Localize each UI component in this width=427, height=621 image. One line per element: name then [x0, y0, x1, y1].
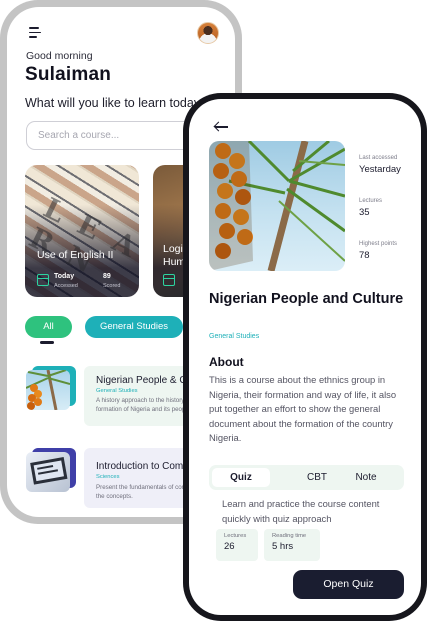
info-value: 26 — [224, 541, 235, 552]
today-label: Accessed — [54, 283, 78, 289]
avatar[interactable] — [197, 22, 219, 44]
card-meta: Today Accessed 89 Scored — [37, 273, 127, 291]
calendar-icon — [163, 274, 175, 286]
stat-last-accessed: Last accessed Yestarday — [359, 155, 401, 175]
about-heading: About — [209, 355, 244, 369]
phone-course-detail: Last accessed Yestarday Lectures 35 High… — [183, 93, 427, 621]
course-category: General Studies — [96, 388, 138, 394]
tab-cbt[interactable]: CBT — [302, 468, 332, 487]
info-reading-time: Reading time 5 hrs — [264, 529, 320, 561]
score-label: Scored — [103, 283, 121, 289]
info-label: Lectures — [224, 533, 247, 539]
back-arrow-icon[interactable] — [214, 121, 230, 133]
stat-label: Last accessed — [359, 155, 398, 161]
course-thumbnail — [26, 366, 76, 410]
stat-value: Yestarday — [359, 164, 401, 175]
tab-quiz[interactable]: Quiz — [212, 468, 270, 487]
stat-value: 35 — [359, 207, 370, 218]
content-tabs: Quiz CBT Note — [209, 465, 404, 490]
info-value: 5 hrs — [272, 541, 294, 552]
info-label: Reading time — [272, 533, 307, 539]
course-category: Sciences — [96, 474, 120, 480]
stat-label: Highest points — [359, 241, 398, 247]
course-thumbnail — [26, 448, 76, 492]
info-lectures: Lectures 26 — [216, 529, 258, 561]
learn-question: What will you like to learn today? — [25, 96, 208, 110]
card-title: Logi Hum — [163, 243, 186, 268]
username: Sulaiman — [25, 64, 112, 85]
course-category: General Studies — [209, 333, 260, 340]
open-quiz-button[interactable]: Open Quiz — [293, 570, 404, 599]
course-title: Nigerian People and Culture — [209, 291, 404, 307]
filter-general-studies[interactable]: General Studies — [85, 316, 183, 338]
filter-indicator — [40, 341, 54, 344]
stat-lectures: Lectures 35 — [359, 198, 382, 218]
stat-value: 78 — [359, 250, 370, 261]
tab-note[interactable]: Note — [349, 468, 383, 487]
stat-label: Lectures — [359, 198, 383, 204]
calendar-icon — [37, 274, 49, 286]
course-card-english[interactable]: L E A R N Use of English II Today Access… — [25, 165, 139, 297]
quiz-description: Learn and practice the course content qu… — [222, 498, 380, 524]
detail-screen: Last accessed Yestarday Lectures 35 High… — [189, 99, 421, 615]
hamburger-menu-icon[interactable] — [29, 27, 43, 39]
stat-highest-points: Highest points 78 — [359, 241, 397, 261]
course-hero-image — [209, 141, 345, 271]
about-text: This is a course about the ethnics group… — [209, 374, 397, 443]
card-title: Use of English II — [37, 249, 114, 261]
today-value: Today — [54, 273, 75, 280]
filter-all[interactable]: All — [25, 316, 72, 338]
greeting-text: Good morning — [26, 50, 93, 62]
score-value: 89 — [103, 273, 111, 280]
